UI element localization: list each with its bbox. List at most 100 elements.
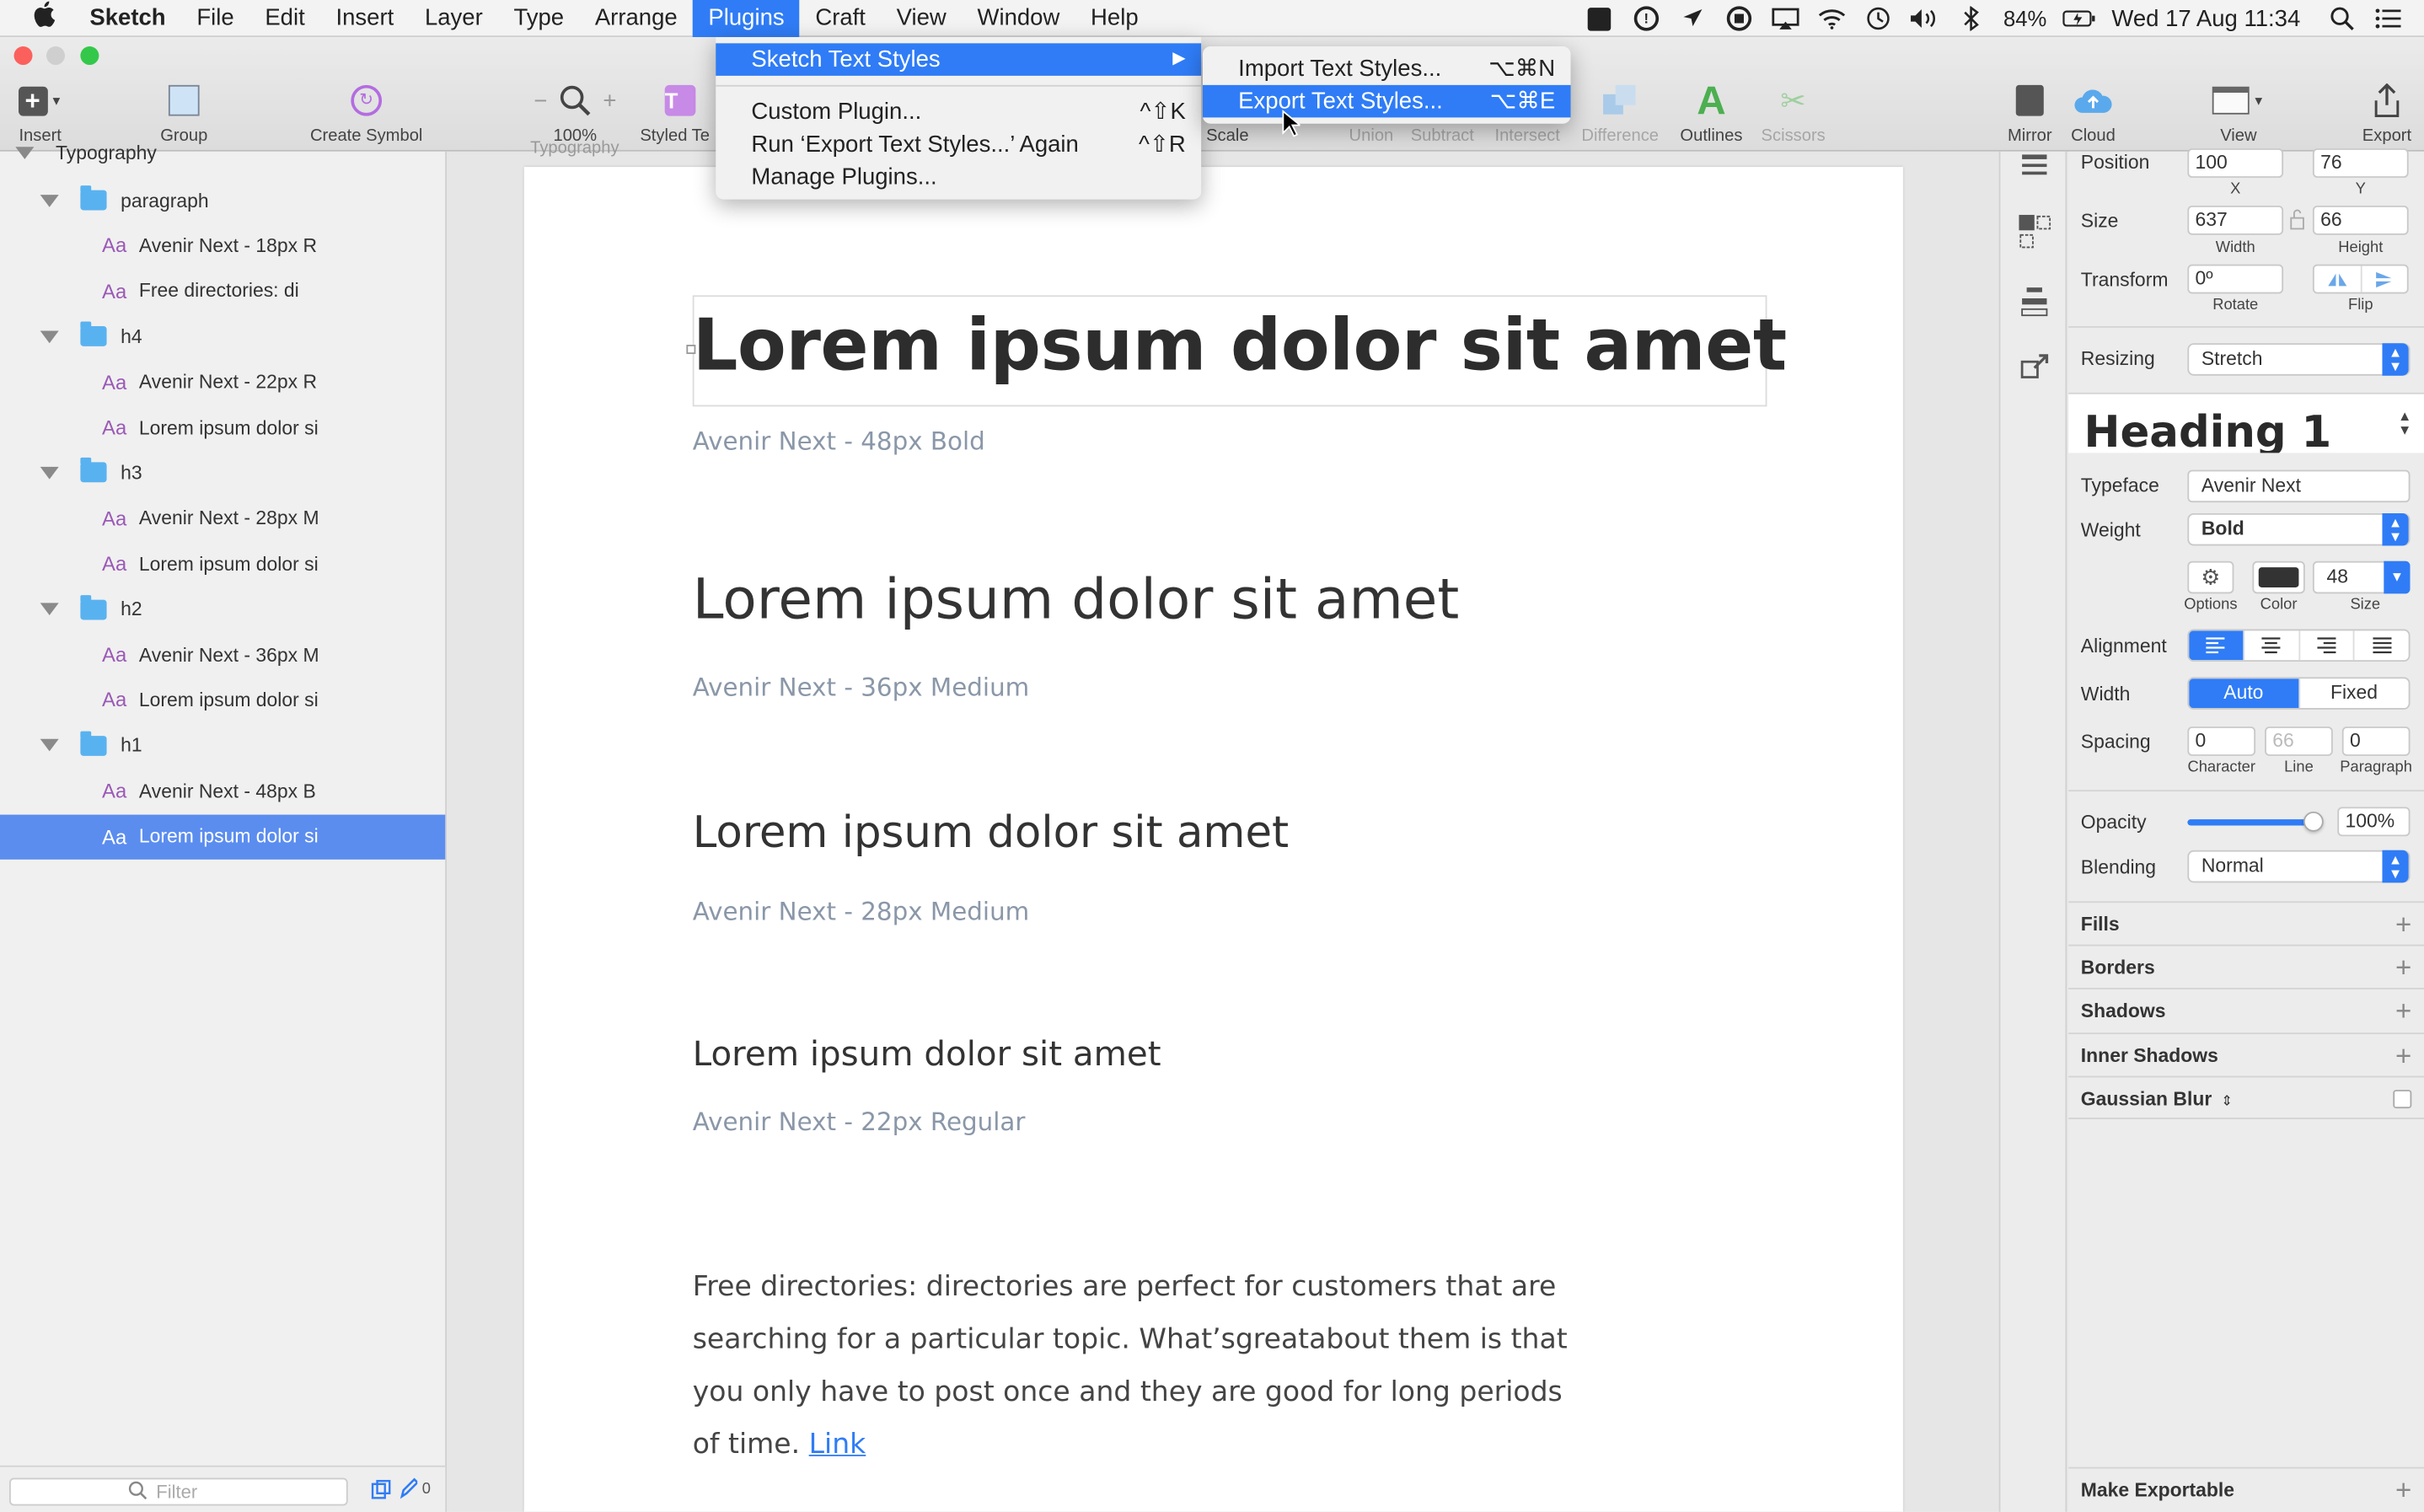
text-options-button[interactable]: ⚙ [2187, 560, 2234, 594]
record-icon[interactable] [1722, 0, 1756, 37]
line-height-field[interactable]: 66 [2265, 727, 2333, 756]
add-inner-shadow-icon[interactable]: + [2395, 1034, 2411, 1077]
artboard-typography[interactable]: Lorem ipsum dolor sit amet Avenir Next -… [523, 167, 1903, 1512]
layer-text-row[interactable]: Aa Lorem ipsum dolor si [0, 405, 445, 450]
weight-select[interactable]: Bold ▲ ▼ [2187, 512, 2411, 546]
text-paragraph[interactable]: Free directories: directories are perfec… [693, 1262, 1568, 1472]
caption-h4[interactable]: Avenir Next - 22px Regular [693, 1107, 1026, 1136]
notification-center-icon[interactable] [2372, 0, 2405, 37]
character-spacing-field[interactable]: 0 [2187, 727, 2256, 756]
add-shadow-icon[interactable]: + [2395, 989, 2411, 1032]
layer-text-row[interactable]: Aa Lorem ipsum dolor si [0, 678, 445, 722]
distribute-icon[interactable] [2019, 284, 2050, 326]
artboard-title[interactable]: Typography [530, 139, 619, 158]
text-h1[interactable]: Lorem ipsum dolor sit amet [693, 303, 1787, 387]
align-layers-icon[interactable] [2019, 152, 2050, 187]
zoom-in-button[interactable]: + [603, 88, 616, 114]
menu-layer[interactable]: Layer [410, 0, 499, 36]
menu-insert[interactable]: Insert [320, 0, 409, 36]
craft-status-icon[interactable] [1583, 0, 1617, 37]
onepassword-icon[interactable]: ! [1629, 0, 1663, 37]
window-close-button[interactable] [13, 46, 33, 66]
menu-edit[interactable]: Edit [249, 0, 320, 36]
spotlight-icon[interactable] [2325, 0, 2359, 37]
layer-artboard-typography[interactable]: Typography [0, 137, 445, 169]
layer-text-row[interactable]: Aa Avenir Next - 22px R [0, 360, 445, 405]
resizing-select[interactable]: Stretch ▲ ▼ [2187, 343, 2411, 376]
font-size-field[interactable]: 48 ▼ [2312, 560, 2411, 594]
text-color-well[interactable] [2252, 560, 2305, 594]
opacity-slider-thumb[interactable] [2303, 811, 2324, 832]
battery-icon[interactable] [2062, 0, 2096, 37]
menu-arrange[interactable]: Arrange [579, 0, 693, 36]
menu-type[interactable]: Type [498, 0, 579, 36]
menu-plugins[interactable]: Plugins [693, 0, 800, 37]
scissors-button[interactable]: ✂ Scissors [1753, 83, 1833, 145]
layer-group-row[interactable]: h4 [0, 314, 445, 359]
height-field[interactable]: 66 [2312, 205, 2409, 235]
menu-craft[interactable]: Craft [800, 0, 881, 36]
layer-group-row[interactable]: paragraph [0, 178, 445, 223]
add-fill-icon[interactable]: + [2395, 903, 2411, 946]
paragraph-link[interactable]: Link [809, 1429, 866, 1461]
menu-item-import-text-styles[interactable]: Import Text Styles... ⌥⌘N [1203, 52, 1571, 85]
symbols-filter-icon[interactable] [371, 1479, 391, 1507]
disclosure-triangle-icon[interactable] [40, 466, 59, 480]
disclosure-triangle-icon[interactable] [15, 147, 35, 159]
wifi-icon[interactable] [1815, 0, 1848, 37]
text-h2[interactable]: Lorem ipsum dolor sit amet [693, 569, 1460, 632]
text-style-picker[interactable]: Heading 1 ▲ ▼ [2068, 394, 2424, 453]
align-left-icon[interactable] [2189, 630, 2243, 661]
menu-file[interactable]: File [181, 0, 249, 36]
disclosure-triangle-icon[interactable] [40, 739, 59, 752]
align-justify-icon[interactable] [2353, 630, 2409, 661]
menu-item-sketch-text-styles[interactable]: Sketch Text Styles ▶ [716, 43, 1202, 76]
align-center-icon[interactable] [2242, 630, 2298, 661]
zoom-control[interactable]: − + 100% [526, 83, 625, 145]
position-x-field[interactable]: 100 [2187, 148, 2284, 178]
location-icon[interactable] [1676, 0, 1709, 37]
apple-icon[interactable] [0, 0, 74, 36]
make-exportable-section[interactable]: Make Exportable + [2068, 1466, 2424, 1510]
chevron-updown-icon[interactable]: ⇕ [2221, 1093, 2233, 1108]
disclosure-triangle-icon[interactable] [40, 330, 59, 343]
create-symbol-button[interactable]: ↻ Create Symbol [303, 83, 430, 145]
layer-group-row[interactable]: h1 [0, 723, 445, 768]
menu-app-sketch[interactable]: Sketch [74, 0, 181, 36]
gaussian-blur-section[interactable]: Gaussian Blur ⇕ [2068, 1075, 2424, 1119]
text-h3[interactable]: Lorem ipsum dolor sit amet [693, 807, 1289, 858]
caption-h2[interactable]: Avenir Next - 36px Medium [693, 673, 1030, 702]
flip-vertical-icon[interactable] [2362, 265, 2407, 292]
caption-h3[interactable]: Avenir Next - 28px Medium [693, 897, 1030, 926]
volume-icon[interactable] [1907, 0, 1941, 37]
position-y-field[interactable]: 76 [2312, 148, 2409, 178]
group-button[interactable]: Group [152, 83, 217, 145]
opacity-slider[interactable] [2187, 819, 2321, 826]
edited-filter-icon[interactable] [399, 1477, 420, 1507]
flip-horizontal-icon[interactable] [2314, 265, 2362, 292]
add-border-icon[interactable]: + [2395, 946, 2411, 989]
layer-text-row[interactable]: Aa Avenir Next - 48px B [0, 769, 445, 813]
borders-section[interactable]: Borders + [2068, 944, 2424, 989]
chevron-down-icon[interactable]: ▼ [2384, 560, 2411, 594]
disclosure-triangle-icon[interactable] [40, 603, 59, 616]
bluetooth-icon[interactable] [1954, 0, 1987, 37]
layer-text-row[interactable]: Aa Avenir Next - 18px R [0, 223, 445, 268]
export-button[interactable]: Export [2356, 83, 2417, 145]
text-h4[interactable]: Lorem ipsum dolor sit amet [693, 1036, 1161, 1075]
layer-text-row[interactable]: Aa Free directories: di [0, 269, 445, 314]
width-field[interactable]: 637 [2187, 205, 2284, 235]
inner-shadows-section[interactable]: Inner Shadows + [2068, 1032, 2424, 1075]
outlines-button[interactable]: A Outlines [1673, 80, 1751, 145]
paragraph-spacing-field[interactable]: 0 [2341, 727, 2411, 756]
mirror-button[interactable]: Mirror [2000, 83, 2059, 145]
menu-item-custom-plugin[interactable]: Custom Plugin... ^⇧K [716, 96, 1201, 129]
menu-item-manage-plugins[interactable]: Manage Plugins... [716, 161, 1201, 194]
layout-settings-icon[interactable] [2018, 213, 2051, 258]
menu-item-run-again[interactable]: Run ‘Export Text Styles...’ Again ^⇧R [716, 128, 1201, 161]
menubar-clock[interactable]: Wed 17 Aug 11:34 [2111, 5, 2300, 31]
insert-button[interactable]: + ▼ Insert [9, 83, 71, 145]
caption-h1[interactable]: Avenir Next - 48px Bold [693, 426, 985, 456]
typeface-field[interactable]: Avenir Next [2187, 469, 2411, 503]
menu-view[interactable]: View [881, 0, 962, 36]
